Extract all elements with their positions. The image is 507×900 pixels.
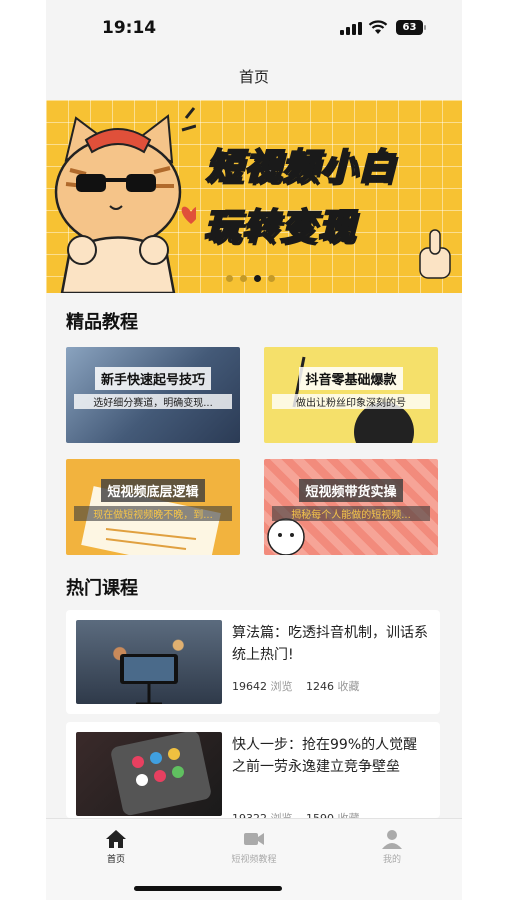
banner-headline-line1: 短视频小白 [205,146,397,189]
featured-section-title: 精品教程 [66,312,138,333]
thumbs-up-illustration [419,229,451,279]
tutorial-card-title: 短视频底层逻辑 [101,479,205,502]
tutorial-card-subtitle: 做出让粉丝印象深刻的号 [272,394,430,409]
tutorial-card[interactable]: 新手快速起号技巧 选好细分赛道，明确变现... [66,347,240,443]
banner-dot[interactable] [268,275,275,282]
cellular-signal-icon [340,22,362,35]
course-title: 快人一步：抢在99%的人觉醒之前一劳永逸建立竞争壁垒 [232,737,418,775]
tutorial-card-title: 新手快速起号技巧 [94,367,211,390]
course-stats: 19322 浏览 1590 收藏 [232,810,370,818]
banner-headline-line2: 玩转变现 [203,206,357,249]
tutorial-card-title: 短视频带货实操 [299,479,403,502]
tab-label: 短视频教程 [231,855,277,865]
page-title: 首页 [238,68,269,86]
tutorial-card-subtitle: 现在做短视频晚不晚，到... [74,506,232,521]
app-screen: 19:14 63 首页 短视频小白 玩转变现 精品教程 新手快速起号技巧 选好细… [46,0,462,900]
tutorial-card[interactable]: 短视频底层逻辑 现在做短视频晚不晚，到... [66,459,240,555]
course-title: 算法篇：吃透抖音机制，训话系统上热门! [232,625,428,663]
favorite-count: 1246 [306,680,334,693]
tutorial-card[interactable]: 抖音零基础爆款 做出让粉丝印象深刻的号 [264,347,438,443]
promo-banner[interactable]: 短视频小白 玩转变现 [46,100,462,293]
wifi-icon [368,20,388,34]
tab-label: 我的 [382,855,401,865]
tab-home[interactable]: 首页 [66,829,166,865]
home-indicator[interactable] [134,886,282,891]
tab-profile[interactable]: 我的 [342,829,442,865]
tutorial-card[interactable]: 短视频带货实操 揭秘每个人能做的短视频... [264,459,438,555]
course-stats: 19642 浏览 1246 收藏 [232,678,370,694]
home-icon [106,830,126,848]
course-thumbnail [76,620,222,704]
banner-pagination[interactable] [226,275,275,282]
status-time: 19:14 [102,18,157,38]
tutorial-card-subtitle: 选好细分赛道，明确变现... [74,394,232,409]
video-camera-icon [244,833,264,845]
battery-indicator: 63 [396,20,426,35]
favorite-count-label: 收藏 [337,680,360,693]
tutorial-card-title: 抖音零基础爆款 [299,367,403,390]
cat-with-sunglasses-illustration [54,107,196,293]
user-icon [382,830,402,849]
tab-video-tutorials[interactable]: 短视频教程 [204,829,304,865]
status-bar: 19:14 63 [46,0,462,58]
view-count: 19642 [232,680,267,693]
tab-label: 首页 [106,855,125,865]
banner-dot[interactable] [240,275,247,282]
hot-section-title: 热门课程 [66,578,138,599]
view-count-label: 浏览 [270,680,293,693]
banner-dot[interactable] [226,275,233,282]
tutorial-card-subtitle: 揭秘每个人能做的短视频... [272,506,430,521]
course-card[interactable]: 快人一步：抢在99%的人觉醒之前一劳永逸建立竞争壁垒 19322 浏览 1590… [66,722,440,818]
course-thumbnail [76,732,222,816]
banner-dot-active[interactable] [254,275,261,282]
course-card[interactable]: 算法篇：吃透抖音机制，训话系统上热门! 19642 浏览 1246 收藏 [66,610,440,714]
